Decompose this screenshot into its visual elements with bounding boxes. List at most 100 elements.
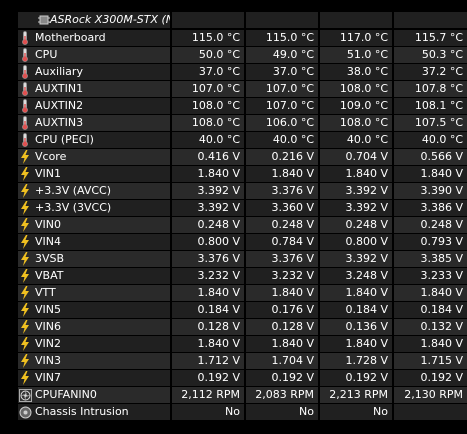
sensor-maximum-value: 2,213 RPM [320,387,392,403]
sensor-label: CPUFANIN0 [35,388,97,401]
sensor-average-value: 0.132 V [394,319,467,335]
sensor-average-value: 1.840 V [394,336,467,352]
sensor-maximum-value: 0.800 V [320,234,392,250]
sensor-row[interactable]: Chassis Intrusion No No No [0,404,467,421]
sensor-current-value: 3.392 V [172,183,244,199]
sensor-average-value: 1.715 V [394,353,467,369]
sensor-maximum-value: 0.184 V [320,302,392,318]
sensor-minimum-value: 0.784 V [246,234,318,250]
sensor-row[interactable]: 3VSB 3.376 V 3.376 V 3.392 V 3.385 V [0,251,467,268]
sensor-average-value: 0.248 V [394,217,467,233]
sensor-row[interactable]: +3.3V (AVCC) 3.392 V 3.376 V 3.392 V 3.390 V [0,183,467,200]
sensor-row[interactable]: +3.3V (3VCC) 3.392 V 3.360 V 3.392 V 3.386 V [0,200,467,217]
sensor-minimum-value: 1.704 V [246,353,318,369]
sensor-row[interactable]: VIN4 0.800 V 0.784 V 0.800 V 0.793 V [0,234,467,251]
voltage-bolt-icon [18,235,32,249]
voltage-bolt-icon [18,354,32,368]
voltage-bolt-icon [18,320,32,334]
sensor-name-cell: Vcore [18,149,170,165]
sensor-minimum-value: 0.248 V [246,217,318,233]
sensor-row[interactable]: Auxiliary 37.0 °C 37.0 °C 38.0 °C 37.2 °C [0,64,467,81]
sensor-row[interactable]: CPU (PECI) 40.0 °C 40.0 °C 40.0 °C 40.0 °C [0,132,467,149]
sensor-maximum-value: 3.248 V [320,268,392,284]
header-cell [320,12,392,28]
sensor-row[interactable]: VIN7 0.192 V 0.192 V 0.192 V 0.192 V [0,370,467,387]
sensor-row[interactable]: Motherboard 115.0 °C 115.0 °C 117.0 °C 115.7… [0,30,467,47]
header-cell [172,12,244,28]
sensor-table: ASRock X300M-STX (Nuv... Motherboard 115.… [0,0,467,434]
sensor-row[interactable]: AUXTIN1 107.0 °C 107.0 °C 108.0 °C 107.8 °C [0,81,467,98]
sensor-minimum-value: 37.0 °C [246,64,318,80]
device-name-cell[interactable]: ASRock X300M-STX (Nuv... [18,12,170,28]
sensor-average-value: 0.184 V [394,302,467,318]
sensor-name-cell: VBAT [18,268,170,284]
sensor-name-cell: VIN3 [18,353,170,369]
sensor-row[interactable]: VIN3 1.712 V 1.704 V 1.728 V 1.715 V [0,353,467,370]
sensor-average-value: 3.386 V [394,200,467,216]
thermometer-icon [18,31,32,45]
sensor-label: VIN5 [35,303,61,316]
sensor-row[interactable]: VIN5 0.184 V 0.176 V 0.184 V 0.184 V [0,302,467,319]
chassis-intrusion-icon [18,405,32,419]
sensor-name-cell: VTT [18,285,170,301]
sensor-average-value: 0.192 V [394,370,467,386]
sensor-maximum-value: No [320,404,392,420]
sensor-minimum-value: 3.360 V [246,200,318,216]
sensor-minimum-value: 49.0 °C [246,47,318,63]
sensor-minimum-value: 1.840 V [246,336,318,352]
sensor-row[interactable]: VIN2 1.840 V 1.840 V 1.840 V 1.840 V [0,336,467,353]
sensor-minimum-value: 0.216 V [246,149,318,165]
sensor-row[interactable]: VBAT 3.232 V 3.232 V 3.248 V 3.233 V [0,268,467,285]
sensor-label: CPU [35,48,58,61]
sensor-maximum-value: 108.0 °C [320,81,392,97]
sensor-minimum-value: 107.0 °C [246,81,318,97]
voltage-bolt-icon [18,303,32,317]
thermometer-icon [18,48,32,62]
sensor-minimum-value: 40.0 °C [246,132,318,148]
sensor-row[interactable]: Vcore 0.416 V 0.216 V 0.704 V 0.566 V [0,149,467,166]
sensor-average-value: 37.2 °C [394,64,467,80]
expander[interactable] [0,12,14,29]
sensor-name-cell: VIN6 [18,319,170,335]
sensor-average-value: 50.3 °C [394,47,467,63]
sensor-average-value: 3.390 V [394,183,467,199]
sensor-current-value: 40.0 °C [172,132,244,148]
sensor-name-cell: CPU (PECI) [18,132,170,148]
sensor-label: VBAT [35,269,64,282]
sensor-label: AUXTIN2 [35,99,84,112]
sensor-label: +3.3V (3VCC) [35,201,112,214]
sensor-row[interactable]: AUXTIN2 108.0 °C 107.0 °C 109.0 °C 108.1 °C [0,98,467,115]
sensor-maximum-value: 1.840 V [320,285,392,301]
sensor-row[interactable]: VTT 1.840 V 1.840 V 1.840 V 1.840 V [0,285,467,302]
sensor-average-value: 3.385 V [394,251,467,267]
sensor-row[interactable]: CPUFANIN0 2,112 RPM 2,083 RPM 2,213 RPM 2,13… [0,387,467,404]
sensor-name-cell: VIN2 [18,336,170,352]
sensor-maximum-value: 51.0 °C [320,47,392,63]
sensor-current-value: 0.248 V [172,217,244,233]
sensor-maximum-value: 40.0 °C [320,132,392,148]
sensor-minimum-value: 0.128 V [246,319,318,335]
sensor-current-value: 108.0 °C [172,98,244,114]
sensor-name-cell: AUXTIN3 [18,115,170,131]
sensor-current-value: 37.0 °C [172,64,244,80]
sensor-row[interactable]: VIN6 0.128 V 0.128 V 0.136 V 0.132 V [0,319,467,336]
sensor-label: VTT [35,286,56,299]
voltage-bolt-icon [18,218,32,232]
sensor-minimum-value: 107.0 °C [246,98,318,114]
sensor-current-value: 0.184 V [172,302,244,318]
device-header-row[interactable]: ASRock X300M-STX (Nuv... [0,12,467,29]
sensor-row[interactable]: AUXTIN3 108.0 °C 106.0 °C 108.0 °C 107.5 °C [0,115,467,132]
sensor-name-cell: VIN1 [18,166,170,182]
sensor-row[interactable]: CPU 50.0 °C 49.0 °C 51.0 °C 50.3 °C [0,47,467,64]
sensor-minimum-value: 3.376 V [246,183,318,199]
sensor-current-value: 0.800 V [172,234,244,250]
sensor-row[interactable]: VIN1 1.840 V 1.840 V 1.840 V 1.840 V [0,166,467,183]
chip-icon [38,14,50,28]
sensor-average-value: 1.840 V [394,166,467,182]
sensor-minimum-value: 1.840 V [246,166,318,182]
sensor-row[interactable]: VIN0 0.248 V 0.248 V 0.248 V 0.248 V [0,217,467,234]
sensor-minimum-value: 106.0 °C [246,115,318,131]
sensor-average-value: 107.5 °C [394,115,467,131]
voltage-bolt-icon [18,371,32,385]
voltage-bolt-icon [18,201,32,215]
